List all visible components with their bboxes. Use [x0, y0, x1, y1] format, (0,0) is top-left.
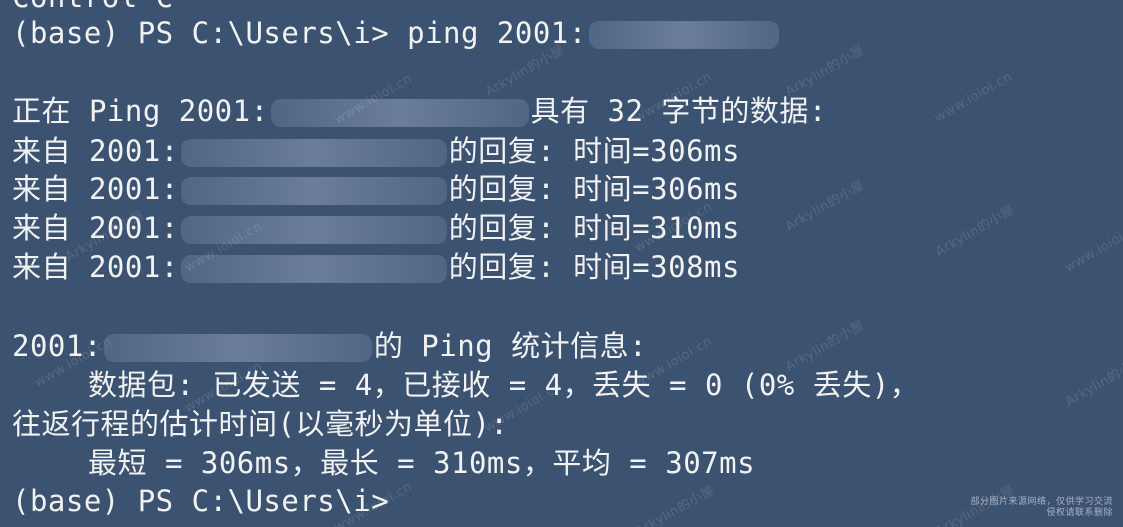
prompt-and-command: (base) PS C:\Users\i> ping 2001: — [12, 16, 587, 50]
redacted-ip — [588, 21, 779, 49]
line-text: 的回复: 时间=306ms — [448, 172, 740, 206]
stats-header-line: 2001: 的 Ping 统计信息: — [12, 327, 647, 366]
watermark: www.ioioi.cn — [932, 69, 1016, 126]
watermark: Arkylin的小屋 — [933, 202, 1018, 260]
line-text: 来自 2001: — [12, 134, 179, 168]
redacted-ip — [180, 139, 447, 167]
line-text: Control-C — [12, 0, 174, 14]
line-text: 来自 2001: — [12, 250, 179, 284]
line-text: 数据包: 已发送 = 4，已接收 = 4，丢失 = 0 (0% 丢失)， — [88, 368, 920, 402]
output-line: 正在 Ping 2001: 具有 32 字节的数据: — [12, 92, 827, 131]
line-text: 的回复: 时间=306ms — [448, 134, 740, 168]
watermark: Arkylin的小屋 — [1063, 352, 1123, 410]
copyright-note: 部分图片来源网络，仅供学习交流 侵权请联系删除 — [970, 497, 1113, 518]
line-text: 具有 32 字节的数据: — [530, 94, 827, 128]
reply-line: 来自 2001: 的回复: 时间=308ms — [12, 248, 740, 287]
line-text: 的 Ping 统计信息: — [373, 329, 648, 363]
redacted-ip — [103, 334, 372, 362]
line-text: 来自 2001: — [12, 211, 179, 245]
redacted-ip — [270, 99, 529, 127]
line-text: 的回复: 时间=308ms — [448, 250, 740, 284]
reply-line: 来自 2001: 的回复: 时间=306ms — [12, 132, 740, 171]
reply-line: 来自 2001: 的回复: 时间=310ms — [12, 209, 740, 248]
watermark: Arkylin的小屋 — [633, 482, 718, 527]
line-text: 正在 Ping 2001: — [12, 94, 269, 128]
redacted-ip — [180, 216, 447, 244]
line-text: 的回复: 时间=310ms — [448, 211, 740, 245]
line-text: 往返行程的估计时间(以毫秒为单位): — [12, 407, 509, 441]
line-text: 最短 = 306ms，最长 = 310ms，平均 = 307ms — [88, 446, 756, 480]
watermark: Arkylin的小屋 — [783, 42, 868, 100]
packet-stats-line: 数据包: 已发送 = 4，已接收 = 4，丢失 = 0 (0% 丢失)， — [88, 366, 919, 405]
rtt-header-line: 往返行程的估计时间(以毫秒为单位): — [12, 405, 508, 444]
rtt-stats-line: 最短 = 306ms，最长 = 310ms，平均 = 307ms — [88, 444, 755, 483]
prompt-line: (base) PS C:\Users\i> — [12, 482, 389, 521]
reply-line: 来自 2001: 的回复: 时间=306ms — [12, 170, 740, 209]
line-text: 来自 2001: — [12, 172, 179, 206]
line-text: 2001: — [12, 329, 102, 363]
watermark: www.ioioi.cn — [1062, 219, 1123, 276]
watermark: Arkylin的小屋 — [783, 177, 868, 235]
redacted-ip — [180, 177, 447, 205]
prompt-text: (base) PS C:\Users\i> — [12, 484, 390, 518]
command-line: (base) PS C:\Users\i> ping 2001: — [12, 14, 781, 53]
redacted-ip — [180, 255, 447, 283]
terminal-window[interactable]: Control-C (base) PS C:\Users\i> ping 200… — [0, 0, 1123, 527]
